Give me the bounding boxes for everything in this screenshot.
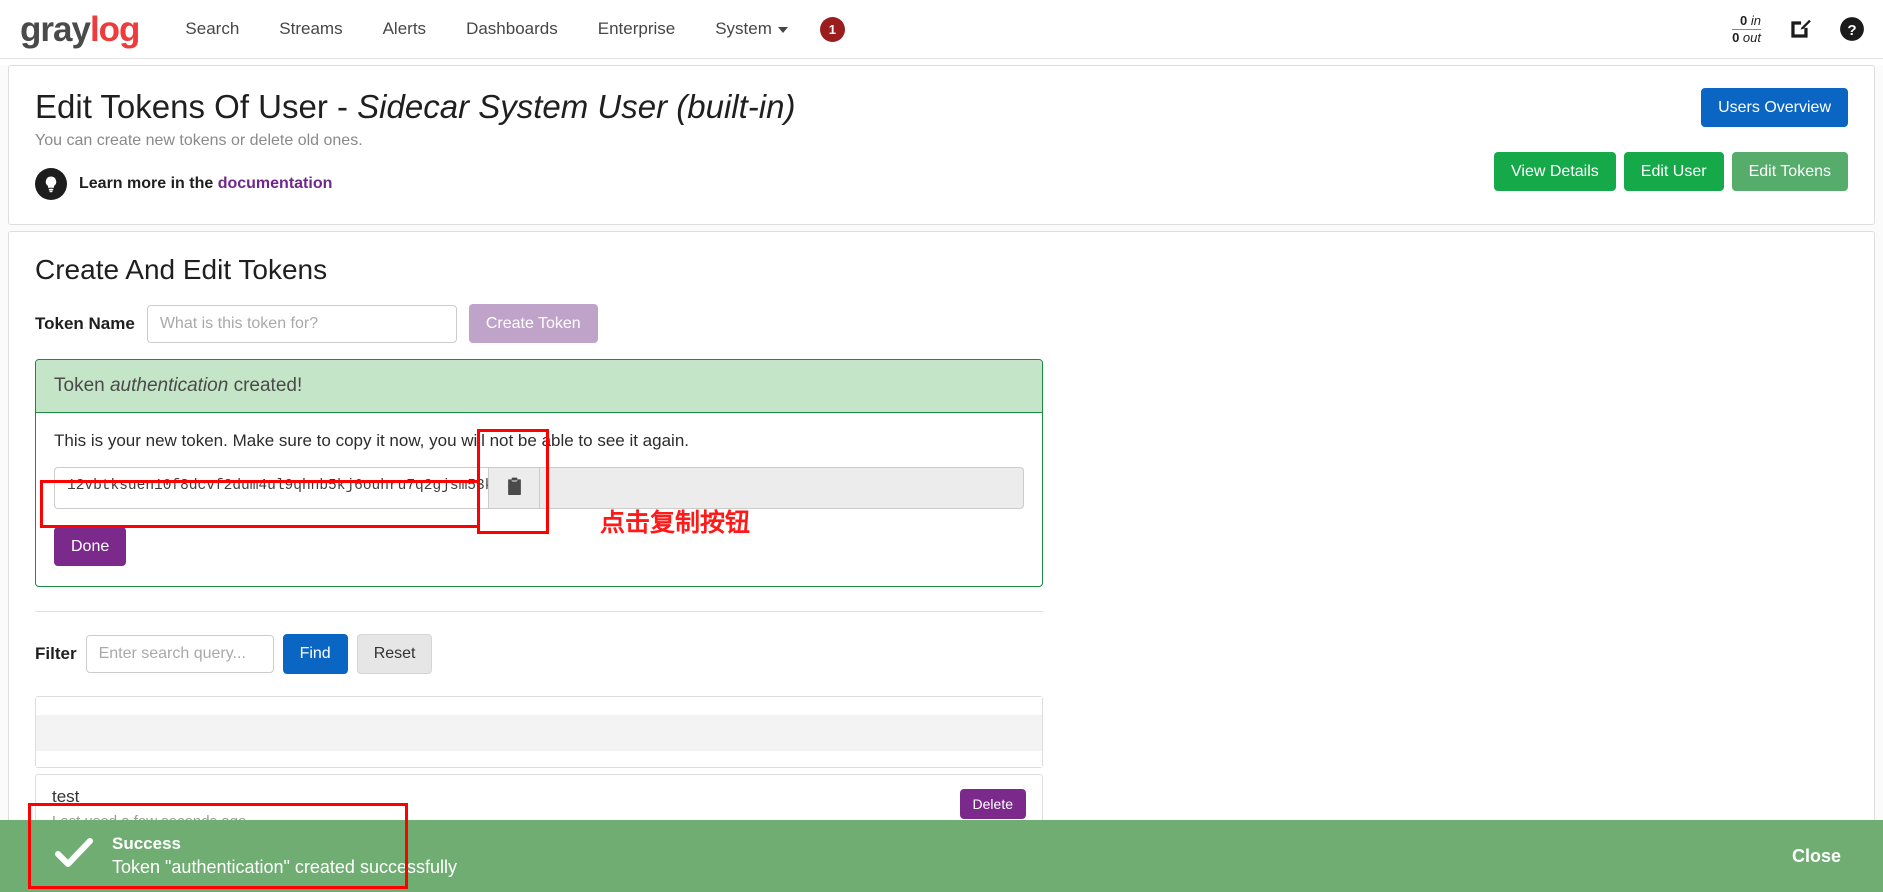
svg-text:?: ? (1847, 22, 1856, 39)
graylog-logo[interactable]: graylog (20, 9, 140, 49)
token-name-row: Token Name Create Token (35, 303, 1848, 344)
token-list-topbar (36, 696, 1042, 715)
toast-close-button[interactable]: Close (1792, 846, 1841, 867)
token-created-panel: Token authentication created! This is yo… (35, 359, 1043, 588)
edit-user-button[interactable]: Edit User (1623, 152, 1724, 192)
logo-text-gray: gray (20, 9, 91, 49)
edit-tokens-button[interactable]: Edit Tokens (1731, 152, 1848, 192)
top-navbar: graylog Search Streams Alerts Dashboards… (0, 0, 1883, 59)
toast-message: Token "authentication" created successfu… (112, 857, 457, 877)
throughput-in-value: 0 (1740, 12, 1748, 28)
chevron-down-icon (777, 26, 788, 33)
nav-item-system[interactable]: System (695, 11, 808, 47)
toast-content: Success Token "authentication" created s… (0, 834, 457, 878)
token-created-prefix: Token (54, 375, 110, 397)
annotation-copy-hint: 点击复制按钮 (600, 508, 751, 537)
page-subtitle: You can create new tokens or delete old … (35, 131, 363, 149)
success-toast: Success Token "authentication" created s… (0, 820, 1883, 892)
token-list-header-block (35, 695, 1043, 768)
content-area: Edit Tokens Of User - Sidecar System Use… (0, 65, 1883, 892)
reset-button[interactable]: Reset (356, 634, 433, 674)
token-value-field[interactable]: 12vbtksuen10f8dcvf2dum4ul9qhnb5kj6ouhru7… (54, 467, 488, 510)
throughput-in-unit: in (1750, 12, 1761, 28)
help-circle-icon[interactable]: ? (1839, 16, 1865, 42)
view-details-button[interactable]: View Details (1494, 152, 1616, 192)
notification-badge[interactable]: 1 (819, 16, 845, 42)
copy-token-button[interactable] (488, 467, 540, 510)
nav-item-search[interactable]: Search (165, 11, 259, 47)
page-title-prefix: Edit Tokens Of User - (35, 88, 358, 125)
throughput-indicator[interactable]: 0 in 0 out (1732, 14, 1761, 44)
toast-title: Success (112, 834, 181, 853)
page-title: Edit Tokens Of User - Sidecar System Use… (35, 88, 1848, 126)
checkmark-icon (54, 837, 94, 876)
header-actions-bottom: View Details Edit User Edit Tokens (1494, 152, 1848, 192)
token-name-label: Token Name (35, 313, 135, 333)
create-token-button[interactable]: Create Token (468, 303, 598, 344)
token-name-input[interactable] (146, 304, 457, 343)
app-page: graylog Search Streams Alerts Dashboards… (0, 0, 1883, 892)
nav-item-alerts[interactable]: Alerts (363, 11, 446, 47)
documentation-link[interactable]: documentation (218, 175, 333, 192)
throughput-out-value: 0 (1732, 29, 1740, 45)
nav-item-dashboards[interactable]: Dashboards (446, 11, 578, 47)
page-header-card: Edit Tokens Of User - Sidecar System Use… (8, 65, 1875, 225)
find-button[interactable]: Find (282, 634, 348, 674)
token-created-name: authentication (109, 375, 229, 397)
search-input[interactable] (85, 634, 274, 673)
logo-text-log: log (89, 9, 140, 49)
token-value-group: 12vbtksuen10f8dcvf2dum4ul9qhnb5kj6ouhru7… (54, 467, 1024, 510)
token-panel-body: This is your new token. Make sure to cop… (36, 413, 1042, 586)
learn-more-text: Learn more in the documentation (79, 175, 332, 193)
token-row-name: test (52, 786, 80, 806)
edit-square-icon[interactable] (1787, 16, 1813, 42)
toast-text-block: Success Token "authentication" created s… (112, 834, 457, 878)
delete-token-button[interactable]: Delete (959, 788, 1026, 820)
page-title-username: Sidecar System User (built-in) (357, 88, 796, 125)
nav-item-system-label: System (715, 19, 772, 38)
done-button[interactable]: Done (54, 527, 127, 567)
nav-item-streams[interactable]: Streams (259, 11, 362, 47)
filter-label: Filter (35, 643, 77, 663)
learn-more-prefix: Learn more in the (79, 174, 218, 192)
lightbulb-icon (35, 167, 67, 200)
section-title: Create And Edit Tokens (35, 253, 328, 285)
nav-links: Search Streams Alerts Dashboards Enterpr… (165, 11, 845, 47)
create-edit-tokens-card: Create And Edit Tokens Token Name Create… (8, 230, 1875, 892)
header-actions-top: Users Overview (1701, 88, 1848, 128)
filter-row: Filter Find Reset (35, 634, 1848, 674)
navbar-right: 0 in 0 out ? (1732, 14, 1865, 44)
token-list-bottom (36, 750, 1042, 767)
token-created-heading: Token authentication created! (36, 360, 1042, 414)
token-copy-note: This is your new token. Make sure to cop… (54, 431, 690, 451)
users-overview-button[interactable]: Users Overview (1701, 88, 1848, 128)
clipboard-icon (506, 477, 523, 499)
token-created-suffix: created! (228, 375, 303, 397)
throughput-out-unit: out (1742, 29, 1761, 45)
token-list-stripe (36, 714, 1042, 751)
section-divider (35, 611, 1043, 613)
nav-item-enterprise[interactable]: Enterprise (578, 11, 695, 47)
